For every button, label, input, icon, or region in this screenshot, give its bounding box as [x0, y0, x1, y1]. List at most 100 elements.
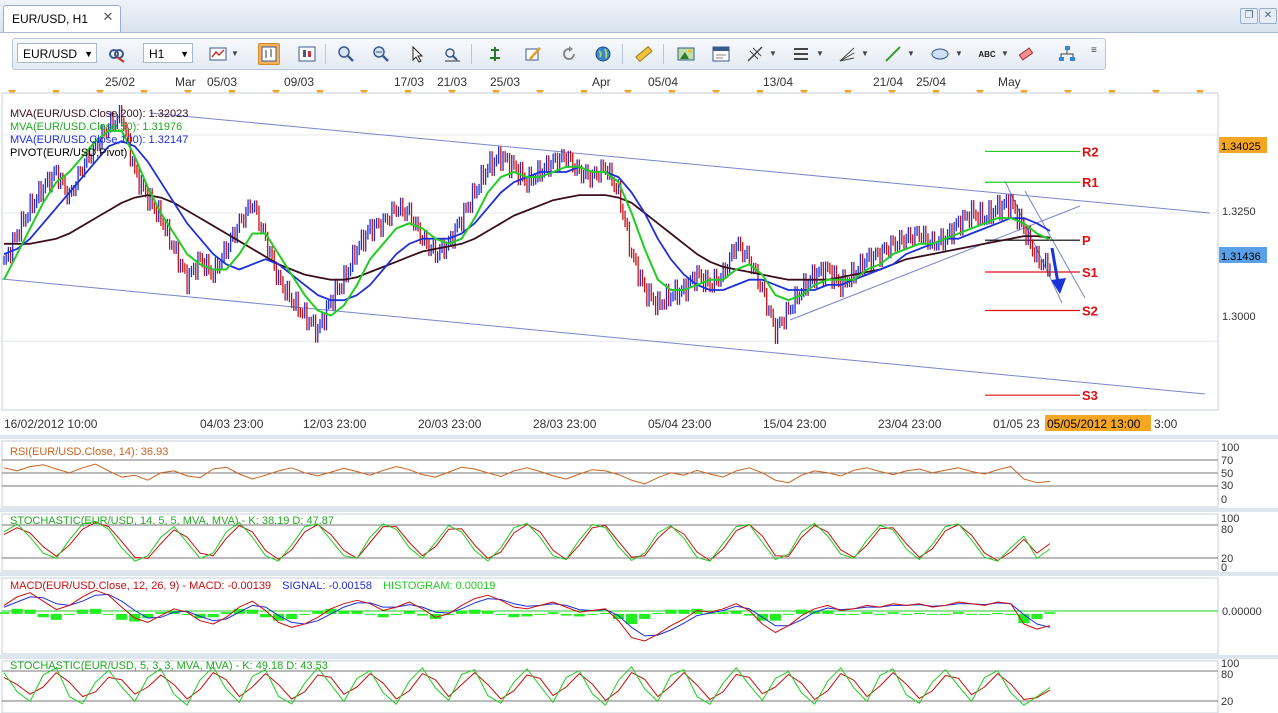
fibonacci-icon[interactable]	[744, 43, 766, 65]
chart-toolbar: EUR/USD ▼ H1 ▼ ▼ ▼ ▼ ▼ ▼ ▼ ABC ▼ ≡	[12, 38, 1106, 70]
symbol-value: EUR/USD	[23, 47, 78, 61]
time-axis-label: 23/04 23:00	[878, 417, 942, 431]
macd-histogram-bar	[286, 613, 298, 619]
refresh-icon[interactable]	[558, 43, 580, 65]
close-window-icon[interactable]: ✕	[1259, 8, 1277, 24]
macd-histogram-bar	[50, 613, 62, 620]
symbol-select[interactable]: EUR/USD ▼	[17, 43, 97, 63]
legend-ma50: MVA(EUR/USD.Close,50): 1.31976	[10, 121, 182, 133]
time-axis-label: 20/03 23:00	[418, 417, 482, 431]
pivot-label-s1: S1	[1082, 265, 1098, 280]
tab-eurusd-h1[interactable]: EUR/USD, H1 ✕	[3, 5, 121, 32]
trendline-icon[interactable]	[882, 43, 904, 65]
rsi-title: RSI(EUR/USD.Close, 14): 36.93	[10, 446, 168, 458]
hlines-icon[interactable]	[790, 43, 812, 65]
symbol-link-icon[interactable]	[105, 43, 127, 65]
macd-title: MACD(EUR/USD.Close, 12, 26, 9)	[10, 580, 179, 592]
macd-histogram-bar	[652, 613, 664, 615]
macd-histogram-bar	[534, 613, 546, 615]
text-label-icon[interactable]: ABC	[975, 43, 999, 65]
stochastic-14-panel: STOCHASTIC(EUR/USD, 14, 5, 5, MVA, MVA) …	[1, 513, 1239, 574]
chevron-down-icon[interactable]: ▼	[231, 49, 239, 58]
crosshair-time-label: 05/05/2012 13:00	[1047, 417, 1141, 431]
macd-histogram-bar	[939, 613, 951, 615]
template-icon[interactable]	[710, 43, 732, 65]
macd-histogram-bar	[364, 613, 376, 615]
legend-ma100: MVA(EUR/USD.Close,100): 1.32147	[10, 134, 188, 146]
chevron-down-icon[interactable]: ▼	[861, 49, 869, 58]
top-date-label: 09/03	[284, 75, 314, 89]
price-marker-high-label: 1.34025	[1221, 141, 1261, 153]
macd-histogram-bar	[0, 612, 10, 614]
ruler-icon[interactable]	[633, 43, 655, 65]
zoom-out-icon[interactable]	[370, 43, 392, 65]
macd-histogram-bar	[835, 613, 847, 615]
top-date-label: 25/02	[105, 75, 135, 89]
line-chart-icon[interactable]	[207, 43, 229, 65]
pivot-label-s2: S2	[1082, 304, 1098, 319]
macd-histogram-bar	[926, 613, 938, 615]
macd-histogram-bar	[246, 609, 258, 614]
text-label-caption: ABC	[978, 49, 996, 59]
macd-histogram-bar	[678, 609, 690, 614]
macd-histogram-bar	[547, 612, 559, 614]
zoom-fit-icon[interactable]	[441, 43, 463, 65]
macd-histogram-bar	[416, 613, 428, 616]
tab-bar: EUR/USD, H1 ✕ ❐ ✕	[0, 0, 1278, 33]
bar-chart-icon[interactable]	[258, 43, 280, 65]
macd-histogram-bar	[913, 613, 925, 615]
top-date-label: 05/03	[207, 75, 237, 89]
candle-chart-icon[interactable]	[296, 43, 318, 65]
chevron-down-icon[interactable]: ▼	[769, 49, 777, 58]
macd-histogram-bar	[639, 613, 651, 619]
macd-histogram-bar	[508, 613, 520, 618]
chevron-down-icon[interactable]: ▼	[816, 49, 824, 58]
restore-window-icon[interactable]: ❐	[1240, 8, 1258, 24]
timeframe-select[interactable]: H1 ▼	[143, 43, 193, 63]
macd-title-line: MACD(EUR/USD.Close, 12, 26, 9) - MACD: -…	[10, 580, 495, 592]
picture-icon[interactable]	[675, 43, 697, 65]
chart-area[interactable]: 25/02 Mar 05/03 09/03 17/03 21/03 25/03 …	[0, 73, 1278, 713]
panel-splitter[interactable]	[0, 655, 1278, 659]
draw-tools-icon[interactable]	[522, 43, 544, 65]
pivot-label-r1: R1	[1082, 175, 1099, 190]
stoch-tick: 0	[1221, 562, 1227, 574]
top-date-label: 21/04	[873, 75, 903, 89]
panel-splitter[interactable]	[0, 572, 1278, 576]
macd-histogram-bar	[207, 613, 219, 618]
chevron-down-icon[interactable]: ▼	[1001, 49, 1009, 58]
top-date-label: 13/04	[763, 75, 793, 89]
time-axis-label: 15/04 23:00	[763, 417, 827, 431]
toolbar-overflow-icon[interactable]: ≡	[1091, 45, 1097, 56]
chevron-down-icon[interactable]: ▼	[955, 49, 963, 58]
macd-histogram-bar	[769, 613, 781, 621]
zoom-in-icon[interactable]	[335, 43, 357, 65]
ellipse-icon[interactable]	[929, 43, 951, 65]
tab-close-icon[interactable]: ✕	[100, 9, 116, 25]
macd-histogram-bar	[103, 613, 115, 615]
top-date-label: 17/03	[394, 75, 424, 89]
macd-histogram-bar	[848, 613, 860, 615]
globe-icon[interactable]	[592, 43, 614, 65]
macd-histogram-bar	[573, 613, 585, 617]
eraser-icon[interactable]	[1015, 43, 1037, 65]
macd-histogram-bar	[351, 611, 363, 614]
macd-tick: 0.00000	[1222, 606, 1262, 618]
panel-splitter[interactable]	[0, 435, 1278, 439]
macd-histogram-bar	[730, 611, 742, 614]
legend-ma200: MVA(EUR/USD.Close,200): 1.32023	[10, 108, 188, 120]
hierarchy-icon[interactable]	[1056, 43, 1078, 65]
macd-histogram-bar	[1044, 612, 1056, 614]
toolbar-separator	[663, 44, 664, 64]
cursor-icon[interactable]	[406, 43, 428, 65]
macd-histogram-bar	[312, 610, 324, 614]
fan-icon[interactable]	[836, 43, 858, 65]
macd-histogram-bar	[874, 613, 886, 615]
stochastic-14-title: STOCHASTIC(EUR/USD, 14, 5, 5, MVA, MVA) …	[10, 515, 334, 527]
panel-splitter[interactable]	[0, 508, 1278, 512]
macd-histogram-bar	[887, 612, 899, 614]
pivot-label-r2: R2	[1082, 144, 1099, 159]
indicators-icon[interactable]	[484, 43, 506, 65]
chevron-down-icon[interactable]: ▼	[907, 49, 915, 58]
legend-pivot: PIVOT(EUR/USD,Pivot)	[10, 147, 127, 159]
